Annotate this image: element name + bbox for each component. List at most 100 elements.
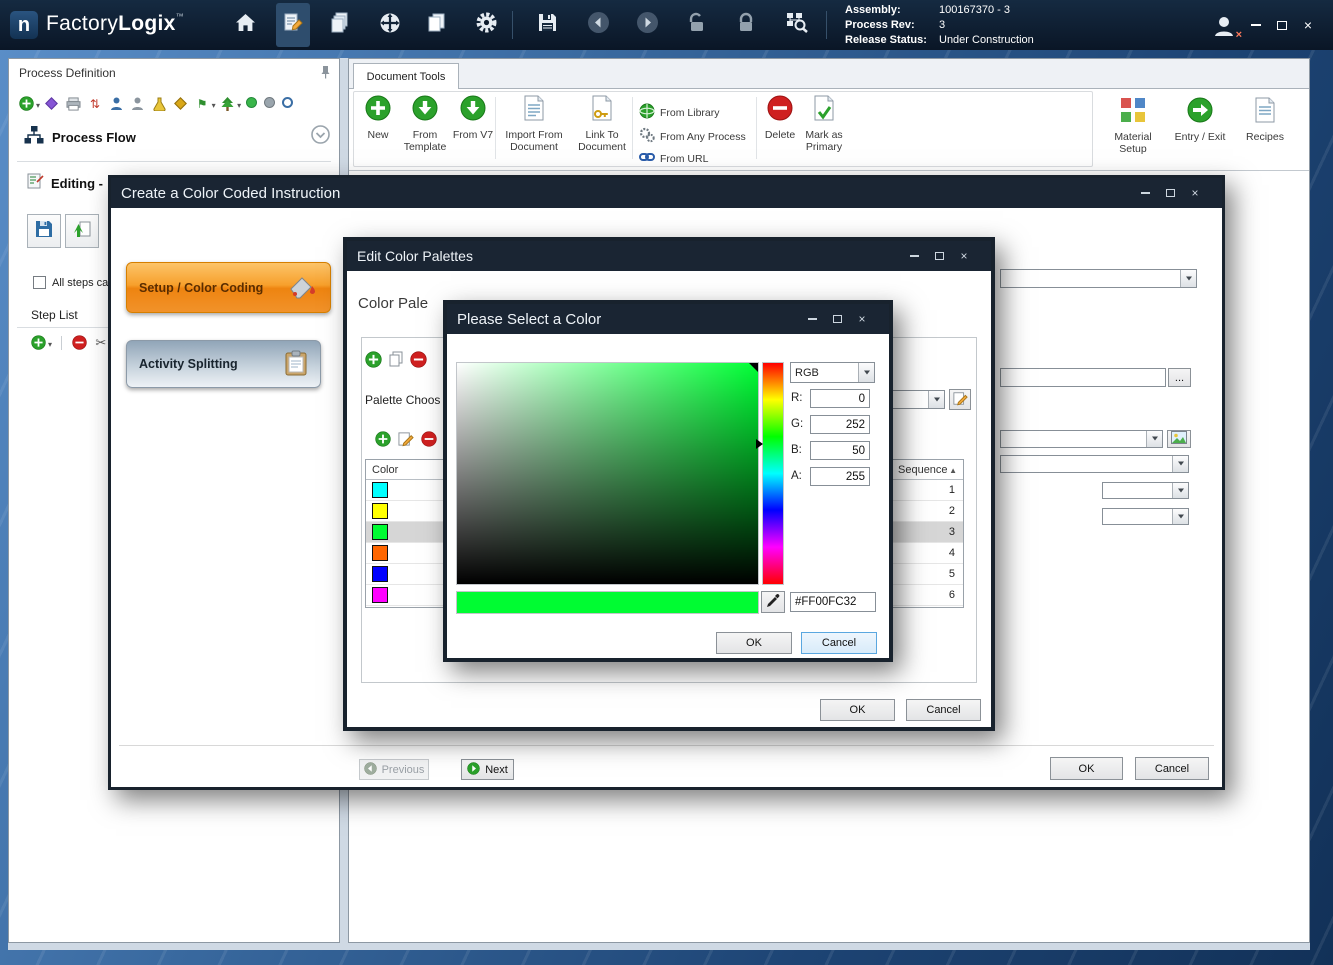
delete-palette-button[interactable] xyxy=(410,351,427,368)
chevron-down-icon[interactable] xyxy=(1172,483,1188,498)
import-from-document-button[interactable]: Import From Document xyxy=(500,95,568,153)
from-any-process-button[interactable]: From Any Process xyxy=(639,127,746,146)
remove-step-button[interactable] xyxy=(72,335,87,350)
chevron-down-icon[interactable] xyxy=(1172,456,1188,472)
instruction-text-field[interactable] xyxy=(1000,368,1166,387)
color-swatch[interactable] xyxy=(372,545,388,561)
chevron-down-icon[interactable]: ▾ xyxy=(212,101,216,110)
red-channel-field[interactable]: 0 xyxy=(810,389,870,408)
add-color-button[interactable] xyxy=(375,431,391,447)
green-channel-field[interactable]: 252 xyxy=(810,415,870,434)
from-url-button[interactable]: From URL xyxy=(639,151,708,166)
link-to-document-button[interactable]: Link To Document xyxy=(573,95,631,153)
hue-slider[interactable] xyxy=(763,363,783,584)
alpha-channel-field[interactable]: 255 xyxy=(810,467,870,486)
flask-button[interactable] xyxy=(152,96,167,111)
entry-exit-button[interactable]: Entry / Exit xyxy=(1170,97,1230,143)
cancel-button[interactable]: Cancel xyxy=(1135,757,1209,780)
maximize-button[interactable] xyxy=(1161,186,1179,200)
cancel-button[interactable]: Cancel xyxy=(801,632,877,654)
chevron-down-icon[interactable]: ▾ xyxy=(36,101,40,110)
minimize-button[interactable] xyxy=(905,249,923,263)
chevron-down-icon[interactable]: ▾ xyxy=(237,101,241,110)
edit-color-button[interactable] xyxy=(398,431,414,447)
instruction-combobox[interactable] xyxy=(1102,508,1189,525)
color-space-combobox[interactable]: RGB xyxy=(790,362,875,383)
hex-value-field[interactable]: #FF00FC32 xyxy=(790,592,876,612)
instruction-dialog-titlebar[interactable]: Create a Color Coded Instruction × xyxy=(111,178,1222,208)
save-step-button[interactable] xyxy=(27,214,61,248)
chevron-down-icon[interactable] xyxy=(858,363,874,382)
swap-button[interactable]: ⇅ xyxy=(87,96,102,111)
color-swatch[interactable] xyxy=(372,524,388,540)
recipes-button[interactable]: Recipes xyxy=(1235,97,1295,143)
from-library-button[interactable]: From Library xyxy=(639,103,720,122)
add-palette-button[interactable] xyxy=(365,351,382,368)
chevron-down-icon[interactable] xyxy=(928,391,944,408)
cancel-button[interactable]: Cancel xyxy=(906,699,981,721)
delete-document-button[interactable]: Delete xyxy=(760,95,800,141)
eyedropper-button[interactable] xyxy=(761,591,785,613)
maximize-button[interactable] xyxy=(828,312,846,326)
color-swatch[interactable] xyxy=(372,587,388,603)
chevron-down-icon[interactable] xyxy=(1172,509,1188,524)
from-v7-button[interactable]: From V7 xyxy=(451,95,495,141)
status-gray-button[interactable] xyxy=(264,97,275,108)
chevron-down-icon[interactable] xyxy=(1146,431,1162,447)
flag-button[interactable]: ⚑ xyxy=(195,96,210,111)
instruction-combobox[interactable] xyxy=(1102,482,1189,499)
process-flow-row[interactable]: Process Flow xyxy=(23,125,136,150)
close-button[interactable]: × xyxy=(1186,186,1204,200)
setup-color-coding-button[interactable]: Setup / Color Coding xyxy=(126,262,331,313)
activity-splitting-button[interactable]: Activity Splitting xyxy=(126,340,321,388)
navigation-button[interactable] xyxy=(373,3,407,47)
user-button[interactable]: × xyxy=(1205,6,1245,50)
document-edit-button[interactable] xyxy=(276,3,310,47)
status-blue-button[interactable] xyxy=(282,97,293,108)
status-green-button[interactable] xyxy=(246,97,257,108)
instruction-combobox[interactable] xyxy=(1000,455,1189,473)
all-steps-checkbox[interactable] xyxy=(33,276,46,289)
browse-button[interactable]: ... xyxy=(1168,368,1191,387)
minimize-button[interactable] xyxy=(1136,186,1154,200)
user-alt-button[interactable] xyxy=(130,96,145,111)
settings-gear-button[interactable] xyxy=(469,3,503,47)
copy-pages-button[interactable] xyxy=(420,3,454,47)
copy-palette-button[interactable] xyxy=(388,351,404,367)
user-male-button[interactable] xyxy=(109,96,124,111)
ok-button[interactable]: OK xyxy=(716,632,792,654)
pin-icon[interactable] xyxy=(320,65,331,84)
chevron-down-icon[interactable]: ▾ xyxy=(48,340,52,349)
app-minimize-button[interactable] xyxy=(1244,16,1268,34)
sequence-column-header[interactable]: Sequence▲ xyxy=(892,460,961,479)
forward-button[interactable] xyxy=(630,3,664,47)
edit-palette-button[interactable] xyxy=(949,389,971,410)
add-step-button[interactable] xyxy=(31,335,46,350)
next-button[interactable]: Next xyxy=(461,759,514,780)
chevron-down-icon[interactable] xyxy=(1180,270,1196,287)
documents-stack-button[interactable] xyxy=(324,3,358,47)
tab-document-tools[interactable]: Document Tools xyxy=(353,63,459,90)
link-button[interactable] xyxy=(44,96,59,111)
blue-channel-field[interactable]: 50 xyxy=(810,441,870,460)
print-button[interactable] xyxy=(66,96,81,111)
home-button[interactable] xyxy=(228,3,262,47)
palette-dialog-titlebar[interactable]: Edit Color Palettes × xyxy=(347,241,991,271)
back-button[interactable] xyxy=(581,3,615,47)
gem-button[interactable] xyxy=(173,96,188,111)
close-button[interactable]: × xyxy=(955,249,973,263)
all-steps-row[interactable]: All steps ca xyxy=(33,276,108,289)
process-search-button[interactable] xyxy=(780,3,814,47)
lock-button[interactable] xyxy=(729,3,763,47)
cut-button[interactable]: ✂ xyxy=(93,335,108,350)
collapse-circle-button[interactable] xyxy=(311,125,330,149)
add-button[interactable] xyxy=(19,96,34,111)
mark-as-primary-button[interactable]: Mark as Primary xyxy=(800,95,848,153)
ok-button[interactable]: OK xyxy=(1050,757,1123,780)
ok-button[interactable]: OK xyxy=(820,699,895,721)
save-button[interactable] xyxy=(530,3,564,47)
material-setup-button[interactable]: Material Setup xyxy=(1103,97,1163,155)
previous-button[interactable]: Previous xyxy=(359,759,429,780)
import-step-button[interactable] xyxy=(65,214,99,248)
app-close-button[interactable]: × xyxy=(1296,16,1320,34)
